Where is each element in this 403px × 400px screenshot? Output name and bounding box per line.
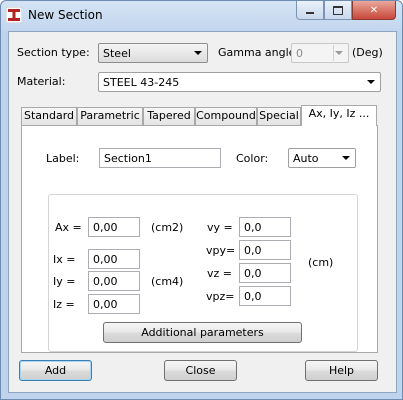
ax-value: 0,00: [93, 221, 118, 234]
ix-input[interactable]: 0,00: [88, 249, 140, 269]
ix-label: Ix =: [53, 253, 76, 266]
window-title: New Section: [28, 8, 103, 22]
dialog-window: New Section ✕ Section type: Steel Gamma …: [0, 0, 403, 400]
caption-buttons: ✕: [296, 1, 396, 20]
help-button[interactable]: Help: [305, 360, 378, 381]
material-label: Material:: [17, 75, 66, 88]
dialog-client-area: Section type: Steel Gamma angle: 0 (Deg)…: [8, 31, 397, 393]
section-type-dropdown[interactable]: Steel: [98, 43, 208, 63]
iz-label: Iz =: [53, 298, 75, 311]
additional-parameters-button[interactable]: Additional parameters: [103, 322, 302, 343]
iy-label: Iy =: [53, 275, 76, 288]
maximize-button[interactable]: [324, 1, 352, 20]
vpy-value: 0,0: [244, 244, 262, 257]
chevron-down-icon: [335, 51, 343, 55]
vy-value: 0,0: [244, 221, 262, 234]
iz-value: 0,00: [93, 298, 118, 311]
section-type-label: Section type:: [17, 46, 90, 59]
material-dropdown[interactable]: STEEL 43-245: [98, 72, 381, 92]
vpz-value: 0,0: [244, 290, 262, 303]
v-unit: (cm): [308, 256, 334, 269]
vz-label: vz =: [207, 267, 232, 280]
tab-special[interactable]: Special: [257, 107, 301, 125]
iy-input[interactable]: 0,00: [88, 271, 140, 291]
vpy-label: vpy=: [206, 244, 236, 257]
tab-panel-ax-iy-iz: Label: Section1 Color: Auto Ax = 0,00 (c…: [21, 125, 378, 353]
title-bar[interactable]: New Section ✕: [1, 1, 402, 31]
ix-value: 0,00: [93, 253, 118, 266]
close-window-button[interactable]: ✕: [352, 1, 396, 20]
color-dropdown[interactable]: Auto: [288, 148, 356, 168]
add-button[interactable]: Add: [19, 360, 92, 381]
section-label-input[interactable]: Section1: [99, 148, 221, 168]
gamma-angle-label: Gamma angle:: [218, 46, 300, 59]
vy-label: vy =: [207, 221, 233, 234]
vpz-label: vpz=: [206, 290, 235, 303]
tab-standard[interactable]: Standard: [21, 107, 77, 125]
close-button[interactable]: Close: [164, 360, 237, 381]
minimize-button[interactable]: [296, 1, 324, 20]
ax-label: Ax =: [55, 221, 82, 234]
gamma-angle-dropdown[interactable]: 0: [291, 43, 349, 63]
section-label-value: Section1: [104, 152, 152, 165]
minimize-icon: [306, 12, 314, 14]
tab-ax-iy-iz[interactable]: Ax, Iy, Iz ...: [301, 105, 377, 126]
close-icon: ✕: [369, 4, 379, 16]
inertia-unit: (cm4): [151, 275, 184, 288]
section-i-beam-icon: [6, 7, 22, 23]
vy-input[interactable]: 0,0: [239, 217, 291, 237]
color-value: Auto: [293, 152, 319, 165]
color-caption: Color:: [236, 152, 269, 165]
ax-unit: (cm2): [151, 221, 184, 234]
vpz-input[interactable]: 0,0: [239, 286, 291, 306]
vz-value: 0,0: [244, 267, 262, 280]
gamma-angle-value: 0: [296, 47, 303, 60]
material-value: STEEL 43-245: [103, 76, 180, 89]
chevron-down-icon: [367, 80, 375, 84]
maximize-icon: [333, 5, 343, 15]
vz-input[interactable]: 0,0: [239, 263, 291, 283]
section-label-caption: Label:: [46, 152, 80, 165]
iz-input[interactable]: 0,00: [88, 294, 140, 314]
iy-value: 0,00: [93, 275, 118, 288]
tab-compound[interactable]: Compound: [195, 107, 257, 125]
section-type-value: Steel: [103, 47, 131, 60]
chevron-down-icon: [194, 51, 202, 55]
tab-parametric[interactable]: Parametric: [77, 107, 143, 125]
tab-tapered[interactable]: Tapered: [143, 107, 195, 125]
chevron-down-icon: [342, 156, 350, 160]
ax-input[interactable]: 0,00: [88, 217, 140, 237]
gamma-angle-unit: (Deg): [352, 46, 383, 59]
vpy-input[interactable]: 0,0: [239, 240, 291, 260]
